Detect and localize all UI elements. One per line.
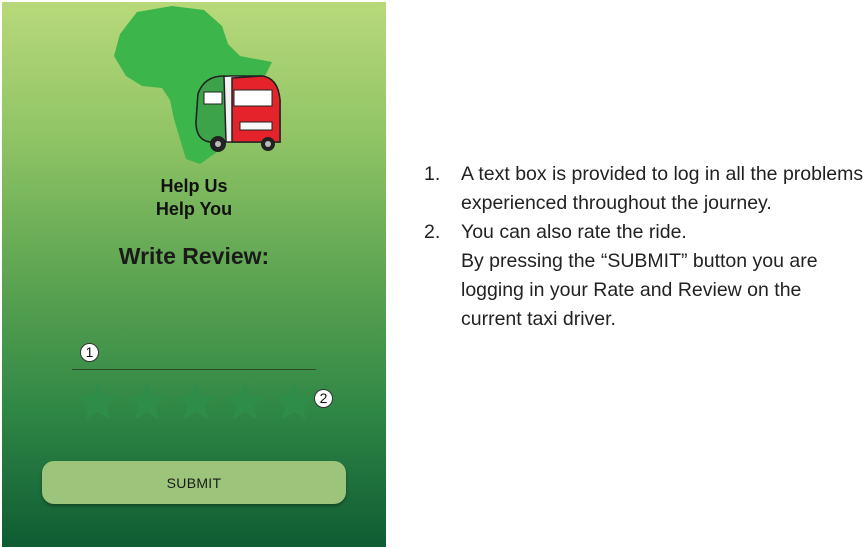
callout-marker-2: 2 xyxy=(314,389,333,408)
instruction-text: A text box is provided to log in all the… xyxy=(461,163,864,214)
star-4-icon[interactable] xyxy=(223,380,267,424)
instruction-text: By pressing the “SUBMIT” button you are … xyxy=(461,250,818,330)
instruction-number: 2. xyxy=(424,221,441,243)
taxi-van-icon xyxy=(195,75,281,152)
star-2-icon[interactable] xyxy=(125,380,169,424)
app-screen: Help Us Help You Write Review: SUBMIT 1 … xyxy=(2,2,386,547)
star-1-icon[interactable] xyxy=(76,380,120,424)
instruction-item: 2. You can also rate the ride. By pressi… xyxy=(424,218,864,334)
tagline-line2: Help You xyxy=(155,199,233,219)
logo xyxy=(114,6,281,164)
star-3-icon[interactable] xyxy=(174,380,218,424)
page-title: Write Review: xyxy=(118,243,270,269)
star-5-icon[interactable] xyxy=(272,380,316,424)
instruction-text: You can also rate the ride. xyxy=(461,221,687,243)
instruction-item: 1. A text box is provided to log in all … xyxy=(424,160,864,218)
callout-marker-1: 1 xyxy=(80,343,99,362)
tagline-line1: Help Us xyxy=(160,176,228,196)
instruction-number: 1. xyxy=(424,163,441,185)
review-input[interactable] xyxy=(72,340,316,370)
instructions-list: 1. A text box is provided to log in all … xyxy=(424,160,864,334)
submit-button[interactable]: SUBMIT xyxy=(42,461,346,504)
